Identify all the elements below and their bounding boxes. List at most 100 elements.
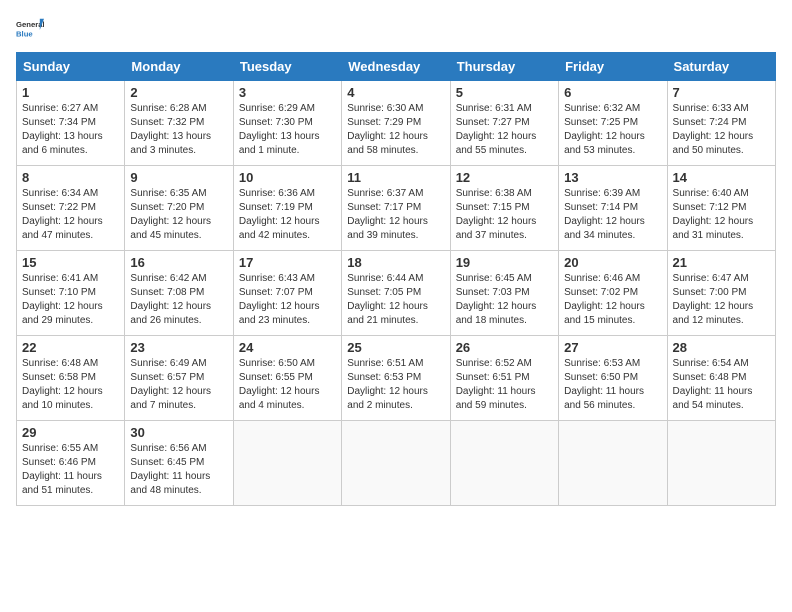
calendar-cell: 14 Sunrise: 6:40 AMSunset: 7:12 PMDayligh… — [667, 166, 775, 251]
calendar-header-row: SundayMondayTuesdayWednesdayThursdayFrid… — [17, 53, 776, 81]
cell-info: Sunrise: 6:50 AMSunset: 6:55 PMDaylight:… — [239, 357, 336, 413]
header-thursday: Thursday — [450, 53, 558, 81]
day-number: 21 — [673, 255, 770, 270]
header-friday: Friday — [559, 53, 667, 81]
day-number: 1 — [22, 85, 119, 100]
week-row-4: 22Sunrise: 6:48 AMSunset: 6:58 PMDayligh… — [17, 336, 776, 421]
cell-info: Sunrise: 6:27 AMSunset: 7:34 PMDaylight:… — [22, 102, 119, 158]
calendar-cell: 21 Sunrise: 6:47 AMSunset: 7:00 PMDayligh… — [667, 251, 775, 336]
calendar-cell: 26 Sunrise: 6:52 AMSunset: 6:51 PMDayligh… — [450, 336, 558, 421]
header-saturday: Saturday — [667, 53, 775, 81]
calendar-cell — [450, 421, 558, 506]
calendar-cell: 12 Sunrise: 6:38 AMSunset: 7:15 PMDayligh… — [450, 166, 558, 251]
day-number: 2 — [130, 85, 227, 100]
day-number: 4 — [347, 85, 444, 100]
calendar-cell — [342, 421, 450, 506]
cell-info: Sunrise: 6:45 AMSunset: 7:03 PMDaylight:… — [456, 272, 553, 328]
calendar-cell — [559, 421, 667, 506]
calendar-cell: 13 Sunrise: 6:39 AMSunset: 7:14 PMDayligh… — [559, 166, 667, 251]
logo: General Blue — [16, 16, 44, 44]
page-header: General Blue — [16, 16, 776, 44]
header-tuesday: Tuesday — [233, 53, 341, 81]
day-number: 9 — [130, 170, 227, 185]
calendar-cell: 8 Sunrise: 6:34 AMSunset: 7:22 PMDaylight… — [17, 166, 125, 251]
cell-info: Sunrise: 6:30 AMSunset: 7:29 PMDaylight:… — [347, 102, 444, 158]
calendar-cell: 1 Sunrise: 6:27 AMSunset: 7:34 PMDaylight… — [17, 81, 125, 166]
day-number: 18 — [347, 255, 444, 270]
cell-info: Sunrise: 6:38 AMSunset: 7:15 PMDaylight:… — [456, 187, 553, 243]
day-number: 29 — [22, 425, 119, 440]
day-number: 13 — [564, 170, 661, 185]
header-sunday: Sunday — [17, 53, 125, 81]
day-number: 20 — [564, 255, 661, 270]
day-number: 16 — [130, 255, 227, 270]
calendar-cell: 24 Sunrise: 6:50 AMSunset: 6:55 PMDayligh… — [233, 336, 341, 421]
week-row-5: 29 Sunrise: 6:55 AMSunset: 6:46 PMDayligh… — [17, 421, 776, 506]
cell-info: Sunrise: 6:55 AMSunset: 6:46 PMDaylight:… — [22, 442, 119, 498]
calendar-cell: 22Sunrise: 6:48 AMSunset: 6:58 PMDayligh… — [17, 336, 125, 421]
cell-info: Sunrise: 6:39 AMSunset: 7:14 PMDaylight:… — [564, 187, 661, 243]
day-number: 24 — [239, 340, 336, 355]
calendar-cell: 29 Sunrise: 6:55 AMSunset: 6:46 PMDayligh… — [17, 421, 125, 506]
calendar-cell: 6 Sunrise: 6:32 AMSunset: 7:25 PMDaylight… — [559, 81, 667, 166]
day-number: 12 — [456, 170, 553, 185]
day-number: 17 — [239, 255, 336, 270]
cell-info: Sunrise: 6:51 AMSunset: 6:53 PMDaylight:… — [347, 357, 444, 413]
cell-info: Sunrise: 6:44 AMSunset: 7:05 PMDaylight:… — [347, 272, 444, 328]
calendar-cell: 5 Sunrise: 6:31 AMSunset: 7:27 PMDaylight… — [450, 81, 558, 166]
cell-info: Sunrise: 6:28 AMSunset: 7:32 PMDaylight:… — [130, 102, 227, 158]
calendar-cell: 30Sunrise: 6:56 AMSunset: 6:45 PMDayligh… — [125, 421, 233, 506]
cell-info: Sunrise: 6:46 AMSunset: 7:02 PMDaylight:… — [564, 272, 661, 328]
calendar-cell — [667, 421, 775, 506]
cell-info: Sunrise: 6:40 AMSunset: 7:12 PMDaylight:… — [673, 187, 770, 243]
cell-info: Sunrise: 6:56 AMSunset: 6:45 PMDaylight:… — [130, 442, 227, 498]
day-number: 15 — [22, 255, 119, 270]
calendar-table: SundayMondayTuesdayWednesdayThursdayFrid… — [16, 52, 776, 506]
day-number: 19 — [456, 255, 553, 270]
day-number: 14 — [673, 170, 770, 185]
calendar-cell: 3 Sunrise: 6:29 AMSunset: 7:30 PMDaylight… — [233, 81, 341, 166]
day-number: 23 — [130, 340, 227, 355]
cell-info: Sunrise: 6:31 AMSunset: 7:27 PMDaylight:… — [456, 102, 553, 158]
calendar-cell: 16 Sunrise: 6:42 AMSunset: 7:08 PMDayligh… — [125, 251, 233, 336]
cell-info: Sunrise: 6:35 AMSunset: 7:20 PMDaylight:… — [130, 187, 227, 243]
calendar-cell: 15 Sunrise: 6:41 AMSunset: 7:10 PMDayligh… — [17, 251, 125, 336]
calendar-cell: 28 Sunrise: 6:54 AMSunset: 6:48 PMDayligh… — [667, 336, 775, 421]
day-number: 10 — [239, 170, 336, 185]
week-row-1: 1 Sunrise: 6:27 AMSunset: 7:34 PMDaylight… — [17, 81, 776, 166]
day-number: 5 — [456, 85, 553, 100]
cell-info: Sunrise: 6:54 AMSunset: 6:48 PMDaylight:… — [673, 357, 770, 413]
day-number: 27 — [564, 340, 661, 355]
cell-info: Sunrise: 6:29 AMSunset: 7:30 PMDaylight:… — [239, 102, 336, 158]
cell-info: Sunrise: 6:37 AMSunset: 7:17 PMDaylight:… — [347, 187, 444, 243]
header-monday: Monday — [125, 53, 233, 81]
cell-info: Sunrise: 6:41 AMSunset: 7:10 PMDaylight:… — [22, 272, 119, 328]
svg-text:Blue: Blue — [16, 29, 33, 38]
cell-info: Sunrise: 6:42 AMSunset: 7:08 PMDaylight:… — [130, 272, 227, 328]
week-row-2: 8 Sunrise: 6:34 AMSunset: 7:22 PMDaylight… — [17, 166, 776, 251]
cell-info: Sunrise: 6:47 AMSunset: 7:00 PMDaylight:… — [673, 272, 770, 328]
calendar-cell: 2 Sunrise: 6:28 AMSunset: 7:32 PMDaylight… — [125, 81, 233, 166]
day-number: 3 — [239, 85, 336, 100]
cell-info: Sunrise: 6:43 AMSunset: 7:07 PMDaylight:… — [239, 272, 336, 328]
calendar-cell: 18 Sunrise: 6:44 AMSunset: 7:05 PMDayligh… — [342, 251, 450, 336]
cell-info: Sunrise: 6:48 AMSunset: 6:58 PMDaylight:… — [22, 357, 119, 413]
calendar-cell: 20 Sunrise: 6:46 AMSunset: 7:02 PMDayligh… — [559, 251, 667, 336]
cell-info: Sunrise: 6:52 AMSunset: 6:51 PMDaylight:… — [456, 357, 553, 413]
day-number: 25 — [347, 340, 444, 355]
day-number: 6 — [564, 85, 661, 100]
calendar-cell: 17 Sunrise: 6:43 AMSunset: 7:07 PMDayligh… — [233, 251, 341, 336]
calendar-cell: 11Sunrise: 6:37 AMSunset: 7:17 PMDayligh… — [342, 166, 450, 251]
day-number: 7 — [673, 85, 770, 100]
calendar-cell — [233, 421, 341, 506]
cell-info: Sunrise: 6:53 AMSunset: 6:50 PMDaylight:… — [564, 357, 661, 413]
day-number: 8 — [22, 170, 119, 185]
day-number: 26 — [456, 340, 553, 355]
week-row-3: 15 Sunrise: 6:41 AMSunset: 7:10 PMDayligh… — [17, 251, 776, 336]
cell-info: Sunrise: 6:34 AMSunset: 7:22 PMDaylight:… — [22, 187, 119, 243]
day-number: 28 — [673, 340, 770, 355]
calendar-cell: 27 Sunrise: 6:53 AMSunset: 6:50 PMDayligh… — [559, 336, 667, 421]
cell-info: Sunrise: 6:49 AMSunset: 6:57 PMDaylight:… — [130, 357, 227, 413]
cell-info: Sunrise: 6:32 AMSunset: 7:25 PMDaylight:… — [564, 102, 661, 158]
calendar-cell: 23 Sunrise: 6:49 AMSunset: 6:57 PMDayligh… — [125, 336, 233, 421]
